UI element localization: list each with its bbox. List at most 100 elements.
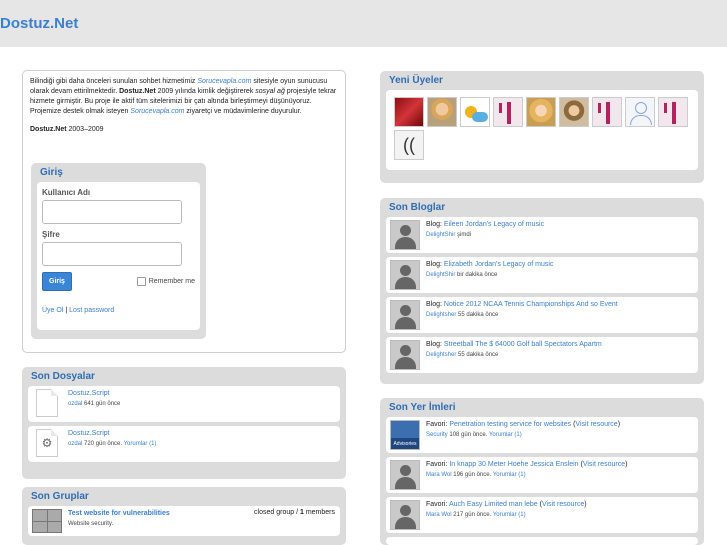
signature-years: 2003–2009 — [66, 126, 104, 133]
intro-paragraph: Bilindiği gibi daha önceleri sunulan soh… — [30, 77, 338, 117]
blog-info: Blog: Elizabeth Jordan's Legacy of music… — [426, 260, 553, 290]
pink-logo-avatar-icon[interactable] — [658, 97, 688, 127]
bookmark-link[interactable]: In knapp 30 Meter Hoehe Jessica Enslein — [449, 461, 578, 468]
ear-avatar-icon[interactable]: (( — [394, 130, 424, 160]
blog-info: Blog: Notice 2012 NCAA Tennis Championsh… — [426, 300, 618, 330]
list-item: Blog: Eileen Jordan's Legacy of music Del… — [386, 217, 698, 253]
register-link[interactable]: Üye Ol — [42, 307, 63, 314]
blog-link[interactable]: Notice 2012 NCAA Tennis Championships An… — [444, 301, 618, 308]
site-title[interactable]: Dostuz.Net — [0, 15, 78, 32]
file-info: Dostuz.Script ozdal 641 gün önce — [68, 389, 120, 419]
bookmark-prefix: Favori: — [426, 421, 450, 428]
user-silhouette-icon[interactable] — [390, 220, 420, 250]
blogs-title: Son Bloglar — [389, 202, 446, 213]
bookmark-meta: Security 108 gün önce. Yorumlar (1) — [426, 432, 522, 438]
remember-checkbox[interactable] — [136, 277, 146, 286]
intro-emphasis: sosyal ağ — [255, 88, 285, 95]
file-link[interactable]: Dostuz.Script — [68, 390, 110, 397]
bookmark-prefix: Favori: — [426, 461, 450, 468]
red-avatar-icon[interactable] — [394, 97, 424, 127]
username-label: Kullanıcı Adı — [42, 188, 91, 197]
password-input[interactable] — [42, 242, 182, 266]
blonde-woman-avatar-icon[interactable] — [526, 97, 556, 127]
recent-files-panel: Son Dosyalar Dostuz.Script ozdal 641 gün… — [22, 367, 346, 479]
user-link[interactable]: Mara Wol — [426, 472, 452, 478]
pink-logo-avatar-icon[interactable] — [592, 97, 622, 127]
user-link[interactable]: Security — [426, 432, 448, 438]
groups-title: Son Gruplar — [31, 491, 89, 502]
login-button[interactable]: Giriş — [42, 272, 72, 291]
blog-link[interactable]: Streetball The $ 64000 Golf ball Spectat… — [444, 341, 602, 348]
bookmark-info: Favori: In knapp 30 Meter Hoehe Jessica … — [426, 461, 628, 478]
blog-meta: DelightShir şimdi — [426, 232, 471, 238]
members-label: members — [303, 509, 335, 516]
sun-cloud-avatar-icon[interactable] — [460, 97, 490, 127]
sorucevapla-link[interactable]: Sorucevapla.com — [130, 108, 184, 115]
files-title: Son Dosyalar — [31, 371, 95, 382]
comments-link[interactable]: Yorumlar (1) — [489, 432, 522, 438]
login-panel: Giriş Kullanıcı Adı Şifre Giriş Remember… — [31, 163, 206, 339]
recent-groups-panel: Son Gruplar Test website for vulnerabili… — [22, 487, 346, 545]
group-info: Test website for vulnerabilities Website… — [68, 509, 170, 533]
visit-resource-link[interactable]: Visit resource — [542, 501, 584, 508]
recent-blogs-panel: Son Bloglar Blog: Eileen Jordan's Legacy… — [380, 198, 704, 384]
file-info: Dostuz.Script ozdal 720 gün önce. Yoruml… — [68, 429, 156, 459]
file-time: 720 gün önce. — [82, 441, 124, 447]
gear-file-icon: ⚙ — [36, 429, 58, 457]
list-item: ⚙ Dostuz.Script ozdal 720 gün önce. Yoru… — [28, 426, 340, 462]
file-time: 641 gün önce — [82, 401, 121, 407]
file-link[interactable]: Dostuz.Script — [68, 430, 110, 437]
user-silhouette-icon[interactable] — [390, 500, 420, 530]
user-silhouette-icon[interactable] — [390, 300, 420, 330]
blog-time: şimdi — [455, 232, 472, 238]
bookmark-info: Favori: Penetration testing service for … — [426, 421, 621, 438]
username-input[interactable] — [42, 200, 182, 224]
bookmark-prefix: Favori: — [426, 501, 449, 508]
user-silhouette-icon[interactable] — [390, 340, 420, 370]
group-icon — [32, 509, 62, 533]
blog-prefix: Blog: — [426, 221, 444, 228]
document-icon — [36, 389, 58, 417]
blog-link[interactable]: Eileen Jordan's Legacy of music — [444, 221, 544, 228]
user-link[interactable]: ozdal — [68, 401, 82, 407]
visit-resource-link[interactable]: Visit resource — [583, 461, 625, 468]
list-item: Blog: Streetball The $ 64000 Golf ball S… — [386, 337, 698, 373]
user-silhouette-icon[interactable] — [390, 260, 420, 290]
remember-label: Remember me — [148, 278, 195, 285]
new-members-panel: Yeni Üyeler (( — [380, 71, 704, 183]
user-link[interactable]: Mara Wol — [426, 512, 452, 518]
advisories-thumbnail-icon[interactable]: Advisories — [390, 420, 420, 450]
list-item: Favori: Auch Easy Limited man lebe (Visi… — [386, 497, 698, 533]
list-item: Blog: Notice 2012 NCAA Tennis Championsh… — [386, 297, 698, 333]
bookmark-link[interactable]: Auch Easy Limited man lebe — [449, 501, 538, 508]
avatar-grid: (( — [386, 90, 698, 170]
user-link[interactable]: DelightShir — [426, 232, 455, 238]
signature-bold: Dostuz.Net — [30, 126, 67, 133]
remember-me[interactable]: Remember me — [136, 277, 195, 286]
group-desc: Website security. — [68, 521, 114, 527]
comments-link[interactable]: Yorumlar (1) — [493, 472, 526, 478]
sorucevapla-link[interactable]: Sorucevapla.com — [197, 78, 251, 85]
user-link[interactable]: ozdal — [68, 441, 82, 447]
default-user-avatar-icon[interactable] — [625, 97, 655, 127]
blog-link[interactable]: Elizabeth Jordan's Legacy of music — [444, 261, 554, 268]
blog-prefix: Blog: — [426, 301, 444, 308]
bookmark-time: 196 gün önce. — [451, 472, 493, 478]
new-members-title: Yeni Üyeler — [389, 75, 443, 86]
man-avatar-icon[interactable] — [559, 97, 589, 127]
lost-password-link[interactable]: Lost password — [69, 307, 114, 314]
user-link[interactable]: Delightsher — [426, 352, 456, 358]
bookmark-info: Favori: Auch Easy Limited man lebe (Visi… — [426, 501, 587, 518]
blog-info: Blog: Eileen Jordan's Legacy of music Del… — [426, 220, 544, 250]
list-item: Test website for vulnerabilities Website… — [28, 506, 340, 536]
woman-avatar-icon[interactable] — [427, 97, 457, 127]
user-link[interactable]: Delightsher — [426, 312, 456, 318]
comments-link[interactable]: Yorumlar (1) — [493, 512, 526, 518]
bookmark-link[interactable]: Penetration testing service for websites — [449, 421, 571, 428]
comments-link[interactable]: Yorumlar (1) — [124, 441, 157, 447]
visit-resource-link[interactable]: Visit resource — [575, 421, 617, 428]
user-link[interactable]: DelightShir — [426, 272, 455, 278]
user-silhouette-icon[interactable] — [390, 460, 420, 490]
pink-logo-avatar-icon[interactable] — [493, 97, 523, 127]
group-link[interactable]: Test website for vulnerabilities — [68, 510, 170, 517]
